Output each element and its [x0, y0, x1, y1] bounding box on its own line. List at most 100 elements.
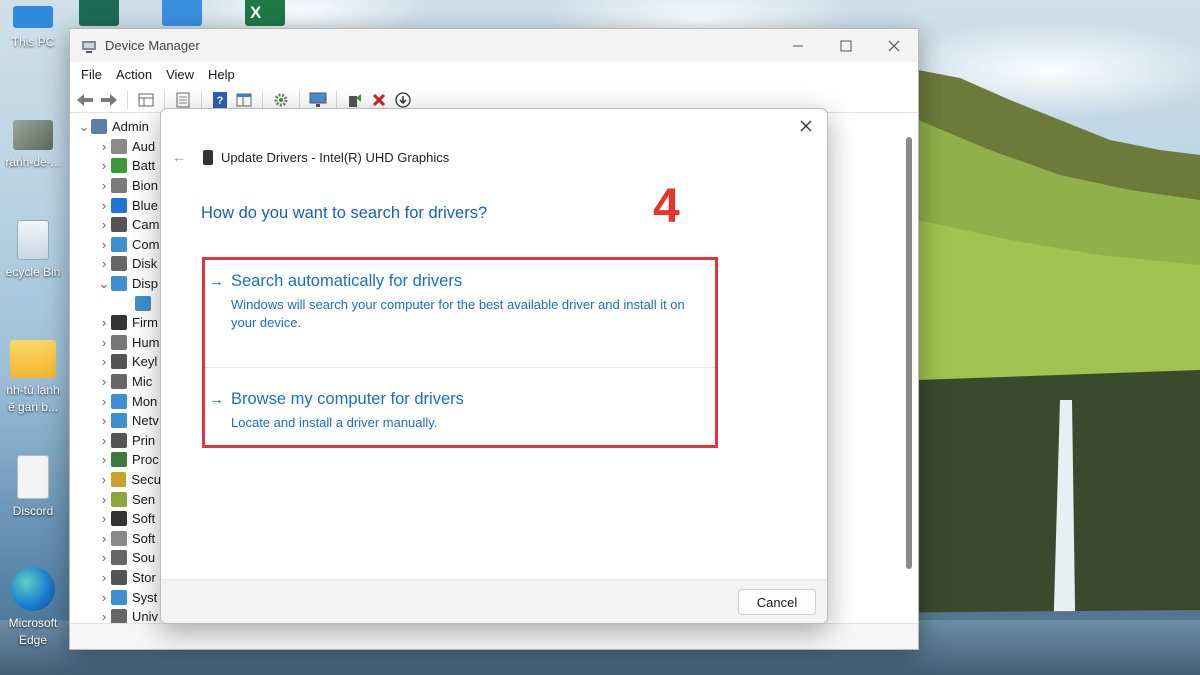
- chevron-right-icon[interactable]: ›: [97, 472, 111, 487]
- tree-item[interactable]: › Soft: [71, 509, 161, 529]
- tree-item[interactable]: › Keyl: [71, 352, 161, 372]
- tree-item-label: Hum: [132, 334, 160, 350]
- menu-view[interactable]: View: [159, 67, 201, 82]
- chevron-right-icon[interactable]: ›: [97, 256, 111, 271]
- tree-item[interactable]: › Prin: [71, 431, 161, 451]
- tree-item[interactable]: › Mon: [71, 391, 161, 411]
- dialog-close-button[interactable]: [795, 115, 817, 137]
- chevron-right-icon[interactable]: ›: [97, 394, 111, 409]
- dialog-question: How do you want to search for drivers?: [201, 204, 488, 222]
- toolbar-separator: [201, 90, 202, 109]
- excel-icon[interactable]: X: [245, 0, 285, 26]
- chevron-right-icon[interactable]: ›: [97, 590, 111, 605]
- option-description: Windows will search your computer for th…: [231, 297, 685, 330]
- desktop-icon-this-pc[interactable]: This PC: [0, 0, 66, 51]
- tree-item[interactable]: › Com: [71, 235, 161, 255]
- tree-item[interactable]: ⌄ Disp: [71, 274, 161, 294]
- chevron-right-icon[interactable]: ›: [97, 413, 111, 428]
- back-button[interactable]: [75, 90, 95, 110]
- search-automatically-option[interactable]: → Search automatically for drivers Windo…: [209, 272, 713, 332]
- chevron-right-icon[interactable]: ›: [97, 570, 111, 585]
- pen-app-icon[interactable]: [79, 0, 119, 26]
- image-file-icon: [13, 120, 53, 150]
- tree-item[interactable]: › Aud: [71, 137, 161, 157]
- properties-grid-button[interactable]: [136, 90, 156, 110]
- device-category-icon: [111, 530, 127, 546]
- chevron-right-icon[interactable]: ›: [97, 433, 111, 448]
- chevron-right-icon[interactable]: ›: [97, 609, 111, 624]
- tree-item-label: Sou: [132, 550, 156, 566]
- chevron-right-icon[interactable]: ›: [97, 374, 111, 389]
- document-button[interactable]: [173, 90, 193, 110]
- help-button[interactable]: ?: [210, 90, 230, 110]
- chevron-right-icon[interactable]: ›: [97, 178, 111, 193]
- update-driver-button[interactable]: [271, 90, 291, 110]
- forward-button[interactable]: [99, 90, 119, 110]
- chevron-right-icon[interactable]: ›: [97, 217, 111, 232]
- tree-item[interactable]: › Secu: [71, 470, 161, 490]
- tree-item[interactable]: › Soft: [71, 528, 161, 548]
- chevron-right-icon[interactable]: ›: [97, 335, 111, 350]
- view-button[interactable]: [234, 90, 254, 110]
- tree-item[interactable]: › Mic: [71, 372, 161, 392]
- desktop-icon-discord[interactable]: Discord: [0, 455, 66, 520]
- blue-app-icon[interactable]: [162, 0, 202, 26]
- close-icon: [800, 120, 812, 132]
- tree-item[interactable]: [71, 293, 161, 313]
- tree-item[interactable]: ⌄ Admin: [71, 117, 161, 137]
- minimize-button[interactable]: [774, 29, 822, 62]
- desktop-icon-recycle-bin[interactable]: ecycle Bin: [0, 220, 66, 281]
- menu-file[interactable]: File: [74, 67, 109, 82]
- uninstall-device-button[interactable]: [369, 90, 389, 110]
- desktop-icon-image-file[interactable]: ranh-de-...: [0, 120, 66, 171]
- download-button[interactable]: [393, 90, 413, 110]
- tree-item[interactable]: › Sou: [71, 548, 161, 568]
- tree-item[interactable]: › Firm: [71, 313, 161, 333]
- desktop-icon-folder[interactable]: nh-tủ lạnh ẽ gàn b...: [0, 340, 66, 416]
- tree-scrollbar[interactable]: [904, 137, 914, 569]
- desktop-icon-edge[interactable]: Microsoft Edge: [0, 567, 66, 649]
- menu-help[interactable]: Help: [201, 67, 242, 82]
- browse-computer-option[interactable]: → Browse my computer for drivers Locate …: [209, 390, 713, 432]
- tree-item[interactable]: › Blue: [71, 195, 161, 215]
- chevron-right-icon[interactable]: ›: [97, 550, 111, 565]
- tree-item-label: Batt: [132, 158, 156, 174]
- title-bar[interactable]: Device Manager: [70, 29, 918, 62]
- desktop-icon-label: ecycle Bin: [5, 265, 61, 279]
- chevron-right-icon[interactable]: ›: [97, 492, 111, 507]
- close-window-button[interactable]: [870, 29, 918, 62]
- tree-item[interactable]: › Netv: [71, 411, 161, 431]
- back-arrow-icon[interactable]: ←: [169, 149, 189, 165]
- tree-item[interactable]: › Syst: [71, 587, 161, 607]
- maximize-button[interactable]: [822, 29, 870, 62]
- tree-item[interactable]: › Stor: [71, 568, 161, 588]
- chevron-right-icon[interactable]: ›: [97, 315, 111, 330]
- scan-hardware-button[interactable]: [308, 90, 328, 110]
- chevron-right-icon[interactable]: ›: [97, 511, 111, 526]
- cancel-button[interactable]: Cancel: [738, 589, 816, 615]
- tree-item[interactable]: › Proc: [71, 450, 161, 470]
- chevron-right-icon[interactable]: ›: [97, 139, 111, 154]
- tree-item[interactable]: › Disk: [71, 254, 161, 274]
- enable-device-button[interactable]: [345, 90, 365, 110]
- menu-action[interactable]: Action: [109, 67, 159, 82]
- chevron-right-icon[interactable]: ›: [97, 158, 111, 173]
- tree-item[interactable]: › Hum: [71, 333, 161, 353]
- chevron-right-icon[interactable]: ›: [97, 237, 111, 252]
- tree-item-label: Secu: [131, 471, 161, 487]
- tree-item[interactable]: › Bion: [71, 176, 161, 196]
- chevron-down-icon[interactable]: ⌄: [77, 119, 91, 135]
- chevron-right-icon[interactable]: ›: [97, 354, 111, 369]
- tree-item[interactable]: › Batt: [71, 156, 161, 176]
- scrollbar-thumb[interactable]: [906, 137, 912, 569]
- chevron-right-icon[interactable]: ›: [97, 531, 111, 546]
- device-category-icon: [111, 432, 127, 448]
- recycle-bin-icon: [17, 220, 49, 260]
- tree-item[interactable]: › Sen: [71, 489, 161, 509]
- chevron-right-icon[interactable]: ›: [97, 452, 111, 467]
- option-title: → Search automatically for drivers: [209, 272, 713, 291]
- chevron-right-icon[interactable]: ›: [97, 198, 111, 213]
- desktop-icon-label: Microsoft Edge: [8, 616, 58, 647]
- chevron-down-icon[interactable]: ⌄: [97, 276, 111, 292]
- tree-item[interactable]: › Cam: [71, 215, 161, 235]
